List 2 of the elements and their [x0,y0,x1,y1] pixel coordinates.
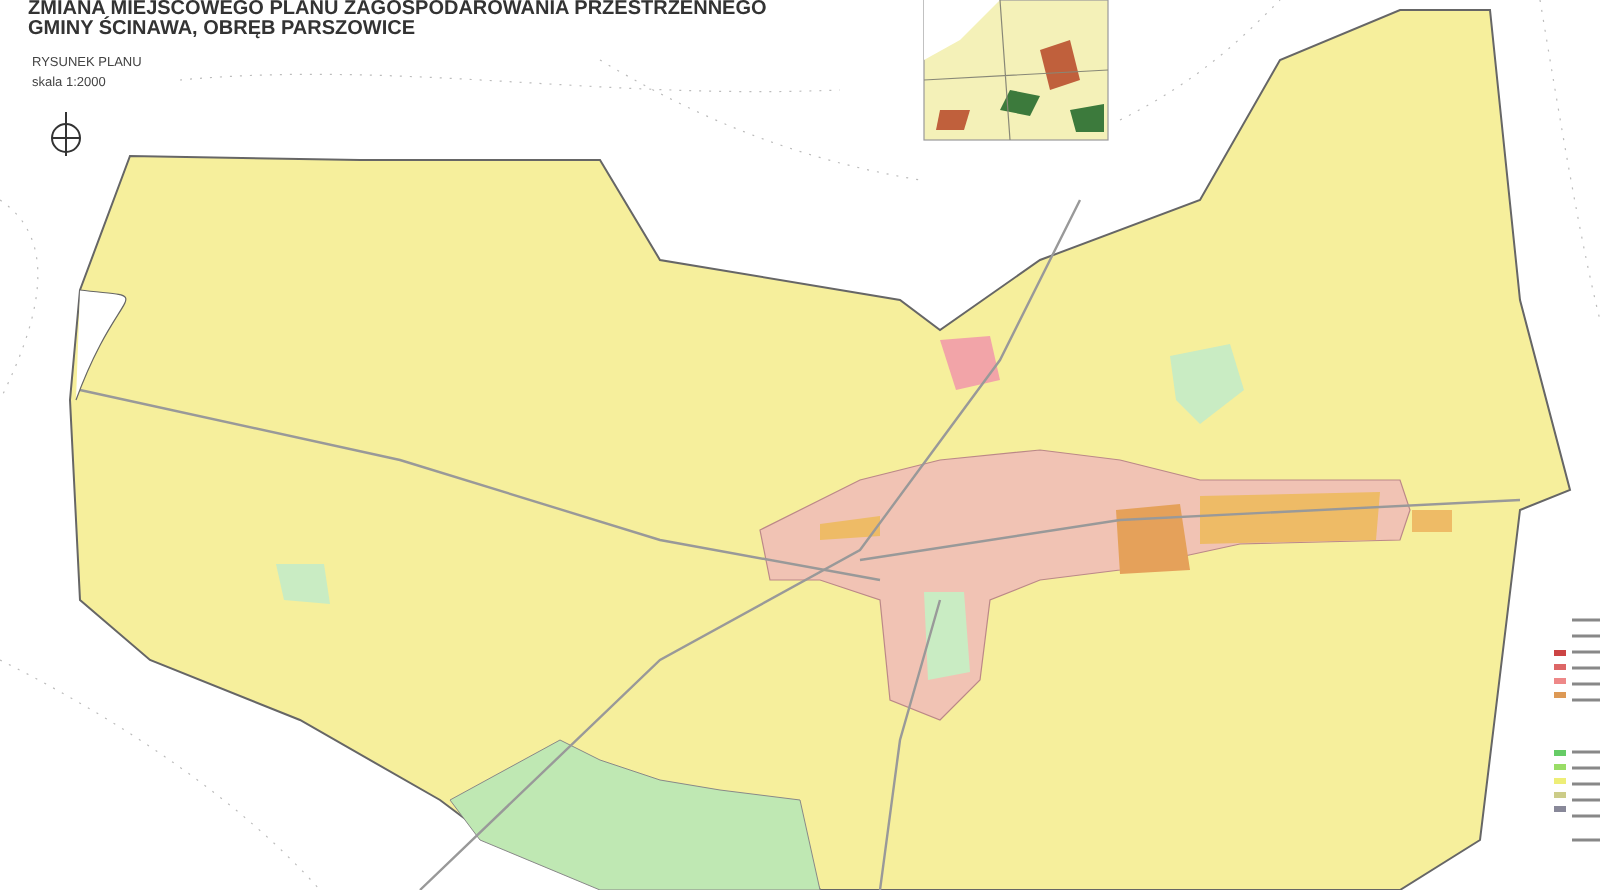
plan-title: GMINY ŚCINAWA, OBRĘB PARSZOWICE [28,20,418,40]
plan-title: ZMIANA MIEJSCOWEGO PLANU ZAGOSPODAROWANIA PRZESTRZENNEGO [28,0,767,20]
